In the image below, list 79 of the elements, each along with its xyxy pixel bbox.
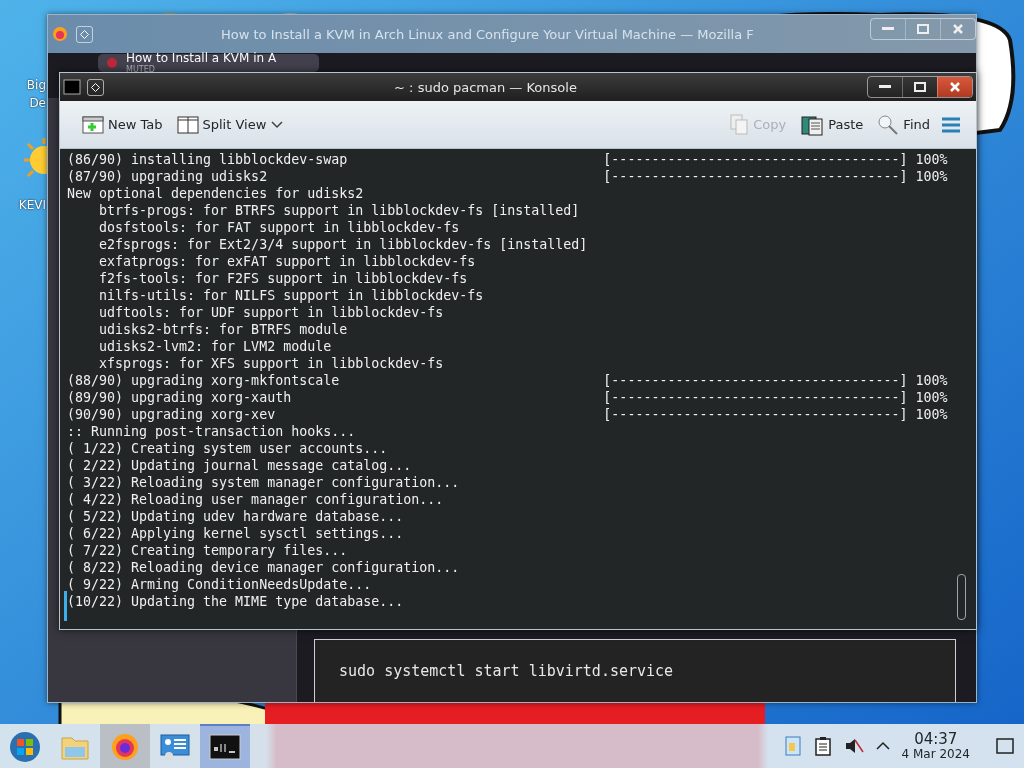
terminal-icon (209, 734, 241, 760)
terminal-line: ( 3/22) Reloading system manager configuration... (67, 475, 460, 490)
firefox-icon (110, 732, 140, 762)
progress-percent: 100% (915, 373, 948, 388)
terminal-line: (90/90) upgrading xorg-xev (67, 406, 277, 423)
new-tab-icon (82, 114, 104, 135)
terminal-line: New optional dependencies for udisks2 (67, 186, 364, 201)
terminal-line: xfsprogs: for XFS support in libblockdev-fs (98, 356, 444, 371)
terminal-line: ( 4/22) Reloading user manager configuration... (67, 492, 444, 507)
taskbar-app-button[interactable] (200, 724, 250, 768)
terminal-line: ( 5/22) Updating udev hardware database... (67, 509, 404, 524)
terminal-line: ( 7/22) Creating temporary files... (67, 543, 348, 558)
terminal-line: exfatprogs: for exFAT support in libblockdev-fs (98, 254, 476, 269)
menu-icon[interactable] (940, 115, 962, 134)
diamond-icon (91, 82, 100, 92)
copy-icon (729, 113, 750, 136)
caret-icon (270, 119, 285, 130)
new-tab-button[interactable]: New Tab (78, 111, 167, 138)
terminal-line: (10/22) Updating the MIME type database... (67, 594, 404, 609)
split-view-icon (176, 114, 199, 135)
paste-icon (800, 113, 825, 136)
terminal-line: :: Running post-transaction hooks... (67, 424, 356, 439)
clock[interactable]: 04:37 4 Mar 2024 (901, 731, 970, 761)
terminal-line: nilfs-utils: for NILFS support in libblockdev-fs (98, 288, 484, 303)
progress-percent: 100% (915, 169, 948, 184)
progress-bar-text: [------------------------------------] (603, 390, 908, 405)
muted-speaker-icon[interactable] (843, 736, 864, 756)
terminal-line: (86/90) installing libblockdev-swap (67, 151, 349, 168)
close-icon (952, 23, 964, 35)
progress-percent: 100% (915, 152, 948, 167)
terminal-line: ( 2/22) Updating journal message catalog... (67, 458, 412, 473)
progress-bar-text: [------------------------------------] (603, 407, 908, 422)
tab-status: MUTED (126, 65, 156, 74)
close-button[interactable] (937, 77, 972, 97)
clipboard-icon[interactable] (783, 735, 802, 757)
progress-bar-text: [------------------------------------] (603, 169, 908, 184)
terminal-line: ( 6/22) Applying kernel sysctl settings... (67, 526, 404, 541)
split-view-button[interactable]: Split View (172, 111, 289, 138)
minimize-icon (879, 85, 891, 89)
progress-bar-text: [------------------------------------] (603, 373, 908, 388)
maximize-icon (914, 82, 926, 92)
terminal-line: ( 1/22) Creating system user accounts... (67, 441, 388, 456)
terminal-line: udftools: for UDF support in libblockdev-fs (98, 305, 444, 320)
search-icon (877, 113, 900, 136)
firefox-icon (52, 26, 68, 42)
code-block: sudo systemctl start libvirtd.service (314, 639, 956, 702)
tab-title: How to Install a KVM in A (126, 52, 278, 65)
show-desktop-icon[interactable] (996, 738, 1014, 754)
terminal-line: (87/90) upgrading udisks2 (67, 168, 269, 185)
terminal-line: f2fs-tools: for F2FS support in libblockdev-fs (98, 271, 468, 286)
terminal-line: ( 9/22) Arming ConditionNeedsUpdate... (67, 577, 372, 592)
start-orb-icon (9, 731, 41, 763)
terminal-line: (88/90) upgrading xorg-mkfontscale (67, 372, 341, 389)
caret-icon[interactable] (875, 741, 890, 751)
progress-percent: 100% (915, 407, 948, 422)
paste-button[interactable]: Paste (796, 110, 868, 139)
minimize-icon (882, 27, 894, 31)
notes-icon[interactable] (813, 736, 832, 756)
scrollbar[interactable] (957, 574, 966, 620)
terminal-line: udisks2-btrfs: for BTRFS module (98, 322, 348, 337)
terminal-line: udisks2-lvm2: for LVM2 module (98, 339, 332, 354)
terminal-line: ( 8/22) Reloading device manager configuration... (67, 560, 460, 575)
maximize-icon (917, 24, 929, 34)
window-title: How to Install a KVM in Arch Linux and Configure Your Virtual Machine — Mozilla F (221, 26, 754, 42)
find-button[interactable]: Find (873, 110, 934, 139)
progress-percent: 100% (915, 390, 948, 405)
terminal-line: dosfstools: for FAT support in libblockdev-fs (98, 220, 460, 235)
settings-icon (159, 732, 191, 762)
terminal-icon (63, 79, 81, 95)
browser-tab[interactable]: How to Install a KVM in A MUTED (98, 54, 319, 72)
terminal-line: e2fsprogs: for Ext2/3/4 support in libblockdev-fs [installed] (98, 237, 588, 252)
cursor-mark (64, 591, 67, 621)
terminal-line: (89/90) upgrading xorg-xauth (67, 389, 293, 406)
window-title: ~ : sudo pacman — Konsole (393, 79, 578, 95)
diamond-icon (80, 29, 89, 39)
close-icon (949, 81, 961, 93)
progress-bar-text: [------------------------------------] (603, 152, 908, 167)
terminal-line: btrfs-progs: for BTRFS support in libblockdev-fs [installed] (98, 203, 580, 218)
pin-button[interactable] (87, 78, 104, 96)
